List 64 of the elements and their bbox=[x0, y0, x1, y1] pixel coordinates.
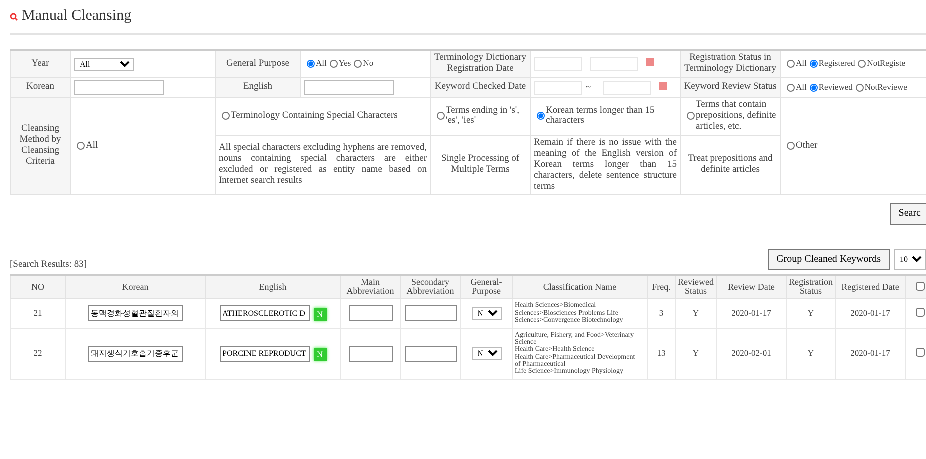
table-cell: 2020-01-17 bbox=[836, 328, 906, 380]
date-separator: ~ bbox=[586, 82, 592, 93]
table-cell: 21 bbox=[10, 298, 66, 328]
column-header: English bbox=[206, 275, 340, 299]
column-header: General-Purpose bbox=[460, 275, 512, 299]
group-button[interactable]: Group Cleaned Keywords bbox=[768, 248, 890, 270]
field-label: Keyword Checked Date bbox=[430, 78, 530, 98]
column-header: Review Date bbox=[716, 275, 786, 299]
option-label: Korean terms longer than 15 characters bbox=[546, 106, 656, 128]
purpose-select[interactable]: N bbox=[472, 306, 502, 320]
english-input[interactable]: ATHEROSCLEROTIC D bbox=[220, 305, 310, 322]
field-label: Year bbox=[10, 50, 70, 78]
option-label: Other bbox=[796, 140, 818, 152]
year-select[interactable]: All bbox=[74, 58, 134, 71]
korean-input[interactable]: 돼지생식기호흡기증후군 bbox=[88, 346, 183, 362]
column-header: Reviewed Status bbox=[676, 275, 716, 299]
page-title: Manual Cleansing bbox=[22, 8, 132, 26]
purpose-select[interactable]: N bbox=[472, 347, 502, 360]
field-label: Keyword Review Status bbox=[680, 78, 780, 98]
table-cell: Y bbox=[786, 298, 836, 328]
table-cell: Y bbox=[676, 298, 716, 328]
field-label: English bbox=[216, 78, 300, 98]
field-label: Korean bbox=[10, 78, 70, 98]
method-description: All special characters excluding hyphens are removed, nouns containing special characters are either excluded or registered as entity name based on Internet search results bbox=[216, 135, 430, 195]
column-header: Classification Name bbox=[512, 275, 648, 299]
column-header: NO bbox=[10, 275, 66, 299]
option-label: Registered bbox=[818, 58, 856, 68]
method-description: Remain if there is no issue with the meaning of the English version of Korean terms longer than 15 characters, delete sentence structure terms bbox=[530, 135, 680, 195]
korean-input[interactable]: 동맥경화성혈관질환자의 bbox=[88, 305, 183, 322]
option-label: Terms ending in 's', 'es', 'ies' bbox=[446, 106, 520, 128]
option-label: NotReviewe bbox=[864, 82, 908, 92]
table-cell: 13 bbox=[648, 328, 676, 380]
option-label: All bbox=[796, 82, 807, 92]
method-description: Single Processing of Multiple Terms bbox=[430, 135, 530, 195]
option-label: Terms that contain prepositions, definite articles, etc. bbox=[696, 100, 777, 133]
option-label: Reviewed bbox=[818, 82, 853, 92]
field-label: Cleansing Method by Cleansing Criteria bbox=[10, 98, 70, 195]
option-label: Terminology Containing Special Characters bbox=[231, 111, 398, 122]
option-label: NotRegiste bbox=[867, 58, 906, 68]
table-cell: 2020-01-17 bbox=[836, 298, 906, 328]
column-header: Korean bbox=[66, 275, 206, 299]
english-input[interactable]: PORCINE REPRODUCT bbox=[220, 346, 310, 362]
results-summary: [Search Results: 83] bbox=[10, 260, 88, 270]
table-cell: Y bbox=[786, 328, 836, 380]
table-cell: 3 bbox=[648, 298, 676, 328]
page-size-select[interactable]: 10 bbox=[894, 248, 926, 270]
column-header: Registration Status bbox=[786, 275, 836, 299]
option-label: All bbox=[86, 140, 98, 152]
field-label: Terminology Dictionary Registration Date bbox=[430, 50, 530, 78]
table-cell: 2020-02-01 bbox=[716, 328, 786, 380]
table-cell: 22 bbox=[10, 328, 66, 380]
table-cell: Y bbox=[676, 328, 716, 380]
option-label: All bbox=[316, 58, 327, 68]
field-label: General Purpose bbox=[216, 50, 300, 78]
table-cell: 2020-01-17 bbox=[716, 298, 786, 328]
option-label: No bbox=[363, 58, 374, 68]
column-header: Main Abbreviation bbox=[340, 275, 400, 299]
column-header: Secondary Abbreviation bbox=[400, 275, 460, 299]
column-header: Registered Date bbox=[836, 275, 906, 299]
column-header: Freq. bbox=[648, 275, 676, 299]
option-label: All bbox=[796, 58, 807, 68]
field-label: Registration Status in Terminology Dictionary bbox=[680, 50, 780, 78]
option-label: Yes bbox=[338, 58, 352, 68]
search-button[interactable]: Searc bbox=[890, 203, 926, 225]
